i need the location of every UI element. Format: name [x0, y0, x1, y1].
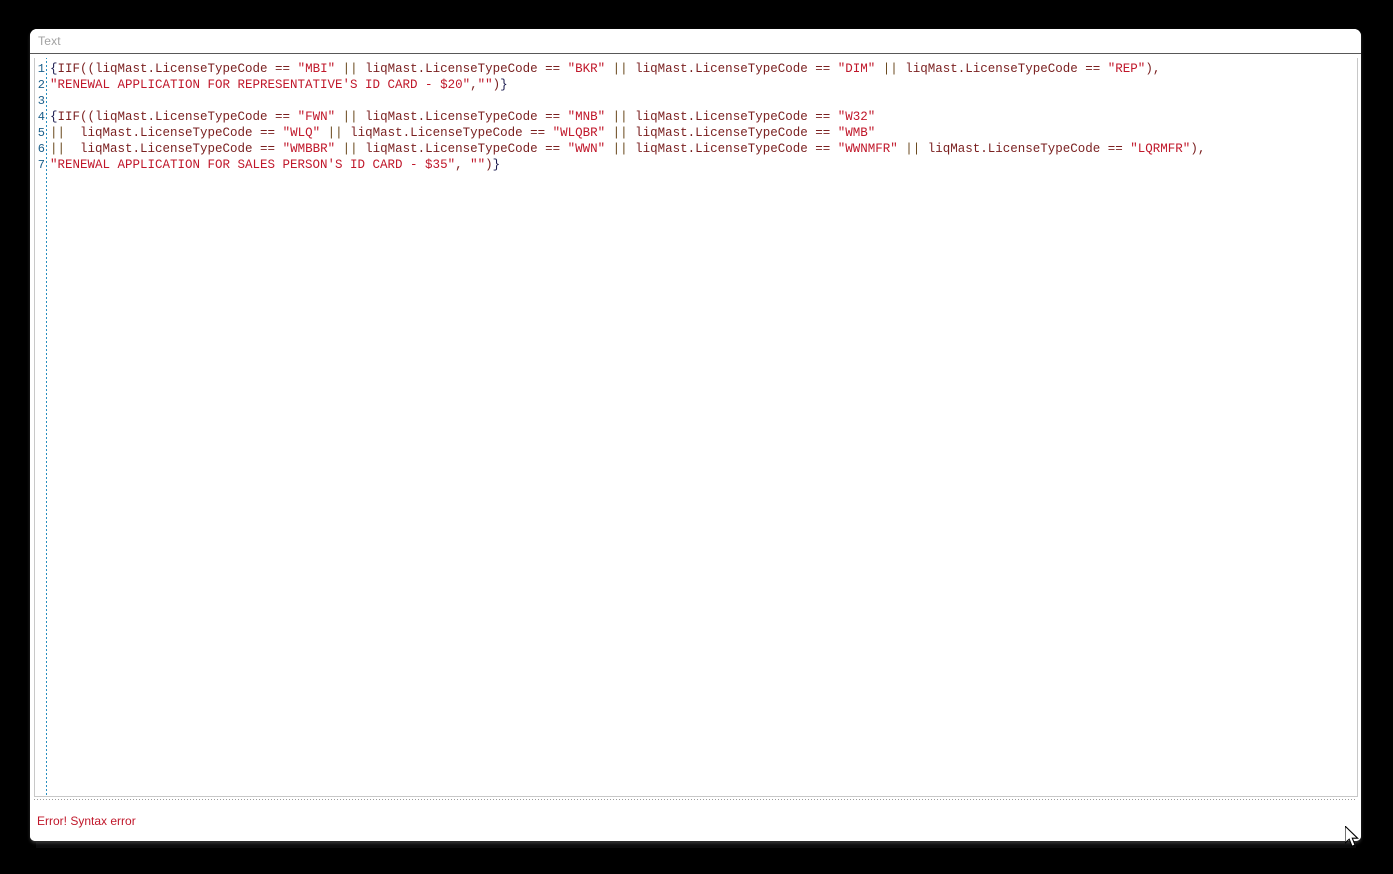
code-token: "RENEWAL APPLICATION FOR REPRESENTATIVE'… — [50, 78, 471, 92]
line-number: 3 — [37, 94, 45, 108]
line-number-gutter: 1 2 3 4 5 6 7 — [35, 58, 45, 796]
code-token: liqMast.LicenseTypeCode == — [350, 126, 553, 140]
code-token: || — [605, 142, 636, 156]
code-token: "WMB" — [837, 126, 876, 140]
line-number: 5 — [37, 126, 45, 140]
code-token: liqMast.LicenseTypeCode == — [635, 126, 838, 140]
code-token: "W32" — [837, 110, 876, 124]
code-token: liqMast.LicenseTypeCode == — [927, 142, 1131, 156]
code-line[interactable]: {IIF((liqMast.LicenseTypeCode == "FWN" |… — [50, 109, 1357, 125]
code-token: ) — [492, 78, 501, 92]
code-token: IIF((liqMast.LicenseTypeCode == — [57, 62, 298, 76]
code-token: "DIM" — [837, 62, 876, 76]
background-window-strip — [36, 842, 1356, 848]
code-token: "WWN" — [567, 142, 606, 156]
code-line[interactable]: || liqMast.LicenseTypeCode == "WMBBR" ||… — [50, 141, 1357, 157]
code-token: "WLQ" — [282, 126, 321, 140]
code-token: "WMBBR" — [282, 142, 336, 156]
line-number: 4 — [37, 110, 45, 124]
code-token: liqMast.LicenseTypeCode == — [635, 110, 838, 124]
code-token: "" — [470, 158, 486, 172]
code-line[interactable]: || liqMast.LicenseTypeCode == "WLQ" || l… — [50, 125, 1357, 141]
code-line[interactable]: {IIF((liqMast.LicenseTypeCode == "MBI" |… — [50, 61, 1357, 77]
code-token: liqMast.LicenseTypeCode == — [365, 142, 568, 156]
code-token: || — [320, 126, 351, 140]
code-token: || — [335, 142, 366, 156]
code-token: } — [500, 78, 508, 92]
code-token: || — [50, 142, 73, 156]
code-editor[interactable]: 1234567 {IIF((liqMast.LicenseTypeCode ==… — [34, 58, 1358, 797]
code-token: { — [50, 62, 58, 76]
code-token: ), — [1190, 142, 1206, 156]
dialog-header: Text — [30, 29, 1361, 54]
code-token: liqMast.LicenseTypeCode == — [905, 62, 1108, 76]
code-token: "" — [477, 78, 493, 92]
line-number: 7 — [37, 158, 45, 172]
status-footer: Error! Syntax error — [30, 800, 1361, 841]
code-token: liqMast.LicenseTypeCode == — [365, 110, 568, 124]
expression-editor-dialog: Text 1234567 {IIF((liqMast.LicenseTypeCo… — [30, 29, 1361, 841]
code-token: ) — [485, 158, 493, 172]
dialog-title-label: Text — [38, 34, 61, 48]
code-token: || — [875, 62, 906, 76]
code-token: "MBI" — [297, 62, 336, 76]
line-number: 1 — [37, 62, 45, 76]
code-token: "FWN" — [297, 110, 336, 124]
code-token: || — [605, 62, 636, 76]
code-token: "MNB" — [567, 110, 606, 124]
editor-container: 1234567 {IIF((liqMast.LicenseTypeCode ==… — [30, 54, 1361, 797]
code-token: || — [50, 126, 73, 140]
code-token: "BKR" — [567, 62, 606, 76]
code-token: liqMast.LicenseTypeCode == — [635, 142, 838, 156]
syntax-error-message: Error! Syntax error — [37, 813, 136, 828]
code-token: , — [455, 158, 471, 172]
code-token: || — [335, 62, 366, 76]
code-token: "RENEWAL APPLICATION FOR SALES PERSON'S … — [50, 158, 456, 172]
code-line[interactable]: "RENEWAL APPLICATION FOR REPRESENTATIVE'… — [50, 77, 1357, 93]
screen-root: Text 1234567 {IIF((liqMast.LicenseTypeCo… — [0, 0, 1393, 874]
code-token: liqMast.LicenseTypeCode == — [72, 126, 283, 140]
code-token: liqMast.LicenseTypeCode == — [72, 142, 283, 156]
code-token: liqMast.LicenseTypeCode == — [365, 62, 568, 76]
code-token: || — [897, 142, 928, 156]
code-line[interactable]: ​ — [50, 93, 1357, 109]
code-token: "REP" — [1107, 62, 1146, 76]
code-text-area[interactable]: {IIF((liqMast.LicenseTypeCode == "MBI" |… — [48, 58, 1357, 796]
code-token: liqMast.LicenseTypeCode == — [635, 62, 838, 76]
code-token: , — [470, 78, 478, 92]
line-number: 6 — [37, 142, 45, 156]
code-token: "WLQBR" — [552, 126, 606, 140]
code-token: || — [605, 110, 636, 124]
code-token: { — [50, 110, 58, 124]
code-token: || — [335, 110, 366, 124]
code-token: ), — [1145, 62, 1161, 76]
code-token: "WWNMFR" — [837, 142, 898, 156]
code-token: "LQRMFR" — [1130, 142, 1191, 156]
code-token: IIF((liqMast.LicenseTypeCode == — [57, 110, 298, 124]
code-token: || — [605, 126, 636, 140]
code-line[interactable]: "RENEWAL APPLICATION FOR SALES PERSON'S … — [50, 157, 1357, 173]
line-number: 2 — [37, 78, 45, 92]
code-token: } — [492, 158, 501, 172]
